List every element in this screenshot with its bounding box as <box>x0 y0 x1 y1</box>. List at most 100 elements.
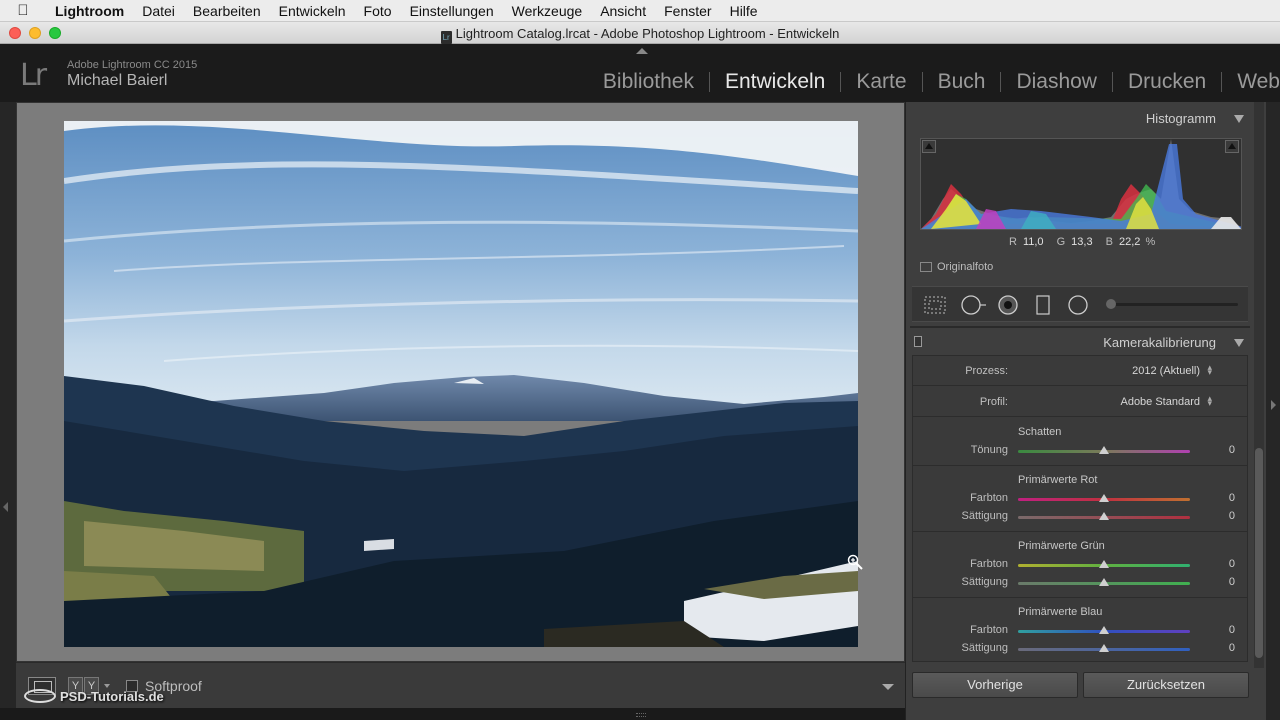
panel-divider <box>910 326 1250 328</box>
panel-on-off-switch[interactable] <box>914 336 922 347</box>
top-panel-toggle-icon[interactable] <box>636 48 648 54</box>
toolbar-content-dropdown-icon[interactable] <box>882 684 894 690</box>
r-value: 11,0 <box>1022 236 1044 248</box>
develop-tool-strip <box>912 286 1248 322</box>
module-diashow[interactable]: Diashow <box>1001 70 1112 94</box>
lightroom-window:  Lightroom Datei Bearbeiten Entwickeln … <box>0 0 1280 720</box>
module-karte[interactable]: Karte <box>841 70 921 94</box>
module-entwickeln[interactable]: Entwickeln <box>710 70 840 94</box>
green-saturation-label: Sättigung <box>961 576 1008 588</box>
spot-removal-icon[interactable] <box>960 295 988 315</box>
window-title: Lr Lightroom Catalog.lrcat - Adobe Photos… <box>0 26 1280 44</box>
calibration-title: Kamerakalibrierung <box>1103 335 1216 350</box>
group-separator <box>912 597 1248 598</box>
red-hue-value[interactable]: 0 <box>1210 492 1235 504</box>
lightroom-logo: Lr <box>20 58 47 93</box>
slider-thumb[interactable] <box>1099 644 1109 652</box>
blue-primary-group-title: Primärwerte Blau <box>1018 606 1103 618</box>
shadows-tint-value[interactable]: 0 <box>1210 444 1235 456</box>
green-hue-value[interactable]: 0 <box>1210 558 1235 570</box>
module-bibliothek[interactable]: Bibliothek <box>588 70 709 94</box>
red-hue-label: Farbton <box>970 492 1008 504</box>
histogram-graph[interactable] <box>920 138 1242 230</box>
red-saturation-value[interactable]: 0 <box>1210 510 1235 522</box>
slider-thumb[interactable] <box>1099 494 1109 502</box>
b-value: 22,2 <box>1119 236 1141 248</box>
right-panel-toggle-icon[interactable] <box>1271 400 1276 410</box>
menu-entwickeln[interactable]: Entwickeln <box>270 3 355 19</box>
profile-label: Profil: <box>979 396 1008 408</box>
slider-thumb[interactable] <box>1099 512 1109 520</box>
b-label: B <box>1105 236 1113 248</box>
right-panel-edge <box>1266 102 1280 720</box>
landscape-photo[interactable] <box>64 121 858 647</box>
menu-datei[interactable]: Datei <box>133 3 184 19</box>
menu-hilfe[interactable]: Hilfe <box>721 3 767 19</box>
left-panel-edge <box>0 102 16 720</box>
red-primary-group-title: Primärwerte Rot <box>1018 474 1098 486</box>
original-photo-label: Originalfoto <box>937 261 994 273</box>
filmstrip-toggle-icon[interactable] <box>636 713 646 717</box>
g-label: G <box>1056 236 1066 248</box>
left-panel-toggle-icon[interactable] <box>3 502 8 512</box>
g-value: 13,3 <box>1071 236 1093 248</box>
graduated-filter-icon[interactable] <box>1032 295 1054 315</box>
profile-select[interactable]: Adobe Standard <box>1120 396 1200 408</box>
group-separator <box>912 465 1248 466</box>
highlight-clipping-button[interactable] <box>1225 140 1239 153</box>
module-web[interactable]: Web <box>1222 70 1280 94</box>
group-separator <box>912 531 1248 532</box>
right-panel-scrollbar[interactable] <box>1255 448 1263 658</box>
menu-bearbeiten[interactable]: Bearbeiten <box>184 3 270 19</box>
blue-hue-value[interactable]: 0 <box>1210 624 1235 636</box>
shadows-group-title: Schatten <box>1018 426 1062 438</box>
updown-arrows-icon[interactable]: ▴ ▾ <box>1207 394 1212 408</box>
image-canvas[interactable] <box>16 102 905 662</box>
calibration-panel-header[interactable]: Kamerakalibrierung <box>910 329 1250 355</box>
module-drucken[interactable]: Drucken <box>1113 70 1221 94</box>
original-photo-checkbox[interactable] <box>920 262 932 272</box>
histogram-curves <box>921 139 1241 229</box>
blue-hue-label: Farbton <box>970 624 1008 636</box>
slider-thumb[interactable] <box>1099 578 1109 586</box>
apple-icon[interactable]:  <box>0 2 46 19</box>
adjustment-brush-icon[interactable] <box>1106 299 1116 309</box>
process-row: Prozess: 2012 (Aktuell) ▴ ▾ <box>912 356 1248 386</box>
collapse-triangle-icon[interactable] <box>1234 115 1244 123</box>
shadow-clipping-button[interactable] <box>922 140 936 153</box>
updown-arrows-icon[interactable]: ▴ ▾ <box>1207 363 1212 377</box>
menu-lightroom[interactable]: Lightroom <box>46 3 133 19</box>
profile-row: Profil: Adobe Standard ▴ ▾ <box>912 387 1248 417</box>
watermark-text: PSD-Tutorials.de <box>60 689 164 704</box>
menu-fenster[interactable]: Fenster <box>655 3 720 19</box>
document-icon: Lr <box>440 31 452 44</box>
user-name: Michael Baierl <box>67 72 168 89</box>
module-buch[interactable]: Buch <box>923 70 1001 94</box>
slider-thumb[interactable] <box>1099 626 1109 634</box>
zoom-in-cursor-icon <box>847 554 863 570</box>
blue-saturation-value[interactable]: 0 <box>1210 642 1235 654</box>
previous-button[interactable]: Vorherige <box>912 672 1078 698</box>
collapse-triangle-icon[interactable] <box>1234 339 1244 347</box>
crop-overlay-icon[interactable] <box>924 295 946 315</box>
menu-ansicht[interactable]: Ansicht <box>591 3 655 19</box>
view-options-caret-icon[interactable] <box>104 684 110 688</box>
process-select[interactable]: 2012 (Aktuell) <box>1132 365 1200 377</box>
blue-saturation-label: Sättigung <box>961 642 1008 654</box>
shadows-tint-label: Tönung <box>970 444 1008 456</box>
window-title-bar: Lr Lightroom Catalog.lrcat - Adobe Photos… <box>0 22 1280 44</box>
watermark: PSD-Tutorials.de <box>24 689 164 704</box>
histogram-panel-header[interactable]: Histogramm <box>910 105 1250 131</box>
reset-button[interactable]: Zurücksetzen <box>1083 672 1249 698</box>
menu-werkzeuge[interactable]: Werkzeuge <box>503 3 592 19</box>
green-saturation-value[interactable]: 0 <box>1210 576 1235 588</box>
menu-foto[interactable]: Foto <box>355 3 401 19</box>
radial-filter-icon[interactable] <box>1067 295 1089 315</box>
slider-thumb[interactable] <box>1099 446 1109 454</box>
adjustment-brush-slider[interactable] <box>1112 303 1238 306</box>
menu-einstellungen[interactable]: Einstellungen <box>401 3 503 19</box>
red-eye-icon[interactable] <box>997 295 1019 315</box>
window-title-text: Lightroom Catalog.lrcat - Adobe Photosho… <box>455 26 840 41</box>
module-picker: Bibliothek Entwickeln Karte Buch Diashow… <box>588 70 1280 94</box>
slider-thumb[interactable] <box>1099 560 1109 568</box>
